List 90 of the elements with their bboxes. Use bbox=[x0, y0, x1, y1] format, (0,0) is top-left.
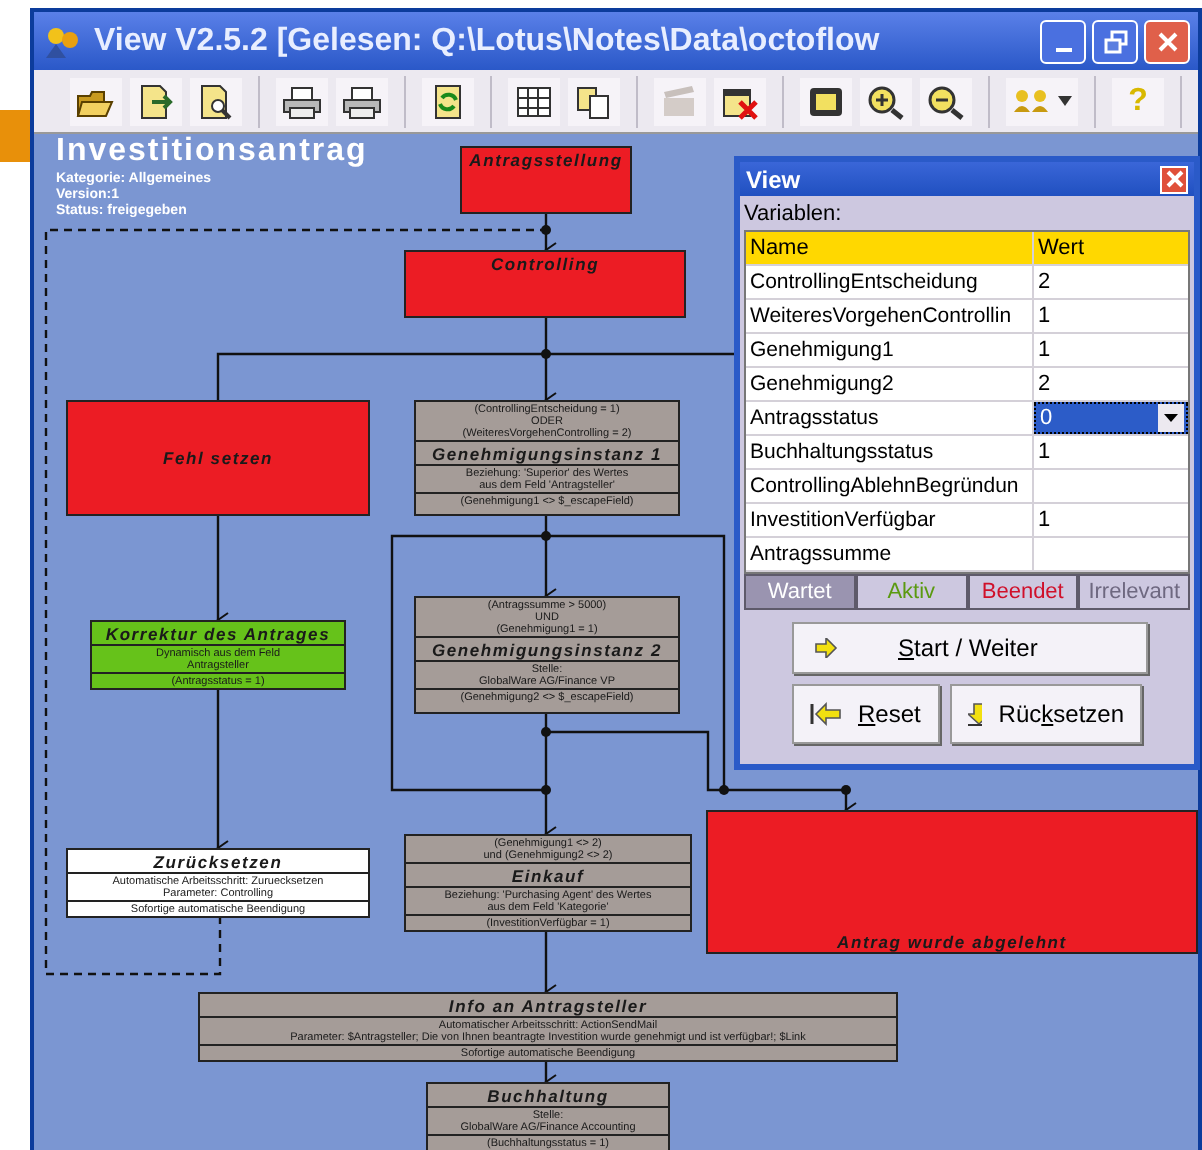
document-arrow-icon bbox=[136, 83, 176, 119]
toolbar-button[interactable] bbox=[920, 77, 972, 125]
reset-button[interactable]: Reset bbox=[792, 684, 940, 744]
table-cell-text: 1 bbox=[1036, 302, 1053, 332]
grid-icon bbox=[514, 83, 554, 119]
step-title: Buchhaltung bbox=[487, 1085, 609, 1105]
junction-dot bbox=[541, 225, 551, 235]
step-title: Genehmigungsinstanz 1 bbox=[431, 443, 663, 463]
toolbar-button[interactable] bbox=[714, 77, 766, 125]
caret-icon bbox=[1058, 96, 1072, 106]
status-legend-item: Irrelevant bbox=[1080, 576, 1188, 608]
table-cell: Buchhaltungsstatus bbox=[746, 436, 1034, 468]
step-title: Info an Antragsteller bbox=[448, 995, 648, 1015]
note-icon bbox=[806, 83, 846, 119]
table-cell: ControllingAblehnBegründun bbox=[746, 470, 1034, 502]
minimize-button[interactable] bbox=[1040, 19, 1086, 63]
status-legend-item: Beendet bbox=[969, 576, 1077, 608]
arrow-down-icon bbox=[968, 702, 983, 726]
status-legend-item: Wartet bbox=[746, 576, 854, 608]
table-cell: InvestitionVerfügbar bbox=[746, 504, 1034, 536]
junction-dot bbox=[541, 727, 551, 737]
zoom-in-icon bbox=[866, 83, 906, 119]
printer-icon bbox=[342, 83, 382, 119]
table-cell-text: 1 bbox=[1036, 506, 1053, 536]
step-title: Controlling bbox=[490, 253, 600, 273]
minimize-icon bbox=[1055, 47, 1071, 51]
app-icon bbox=[42, 23, 82, 59]
document-search-icon bbox=[196, 83, 236, 119]
junction-dot bbox=[541, 531, 551, 541]
toolbar-button[interactable] bbox=[800, 77, 852, 125]
table-cell-text: 2 bbox=[1036, 268, 1053, 298]
table-cell: WeiteresVorgehenControllin bbox=[746, 300, 1034, 332]
toolbar-button[interactable] bbox=[130, 77, 182, 125]
page-accent-bar bbox=[0, 110, 30, 162]
status-legend-item: Aktiv bbox=[857, 576, 965, 608]
close-icon bbox=[1155, 29, 1179, 53]
restore-icon bbox=[1103, 29, 1127, 53]
junction-dot bbox=[719, 785, 729, 795]
junction-dot bbox=[841, 785, 851, 795]
zoom-out-icon bbox=[926, 83, 966, 119]
process-step[interactable]: Fehl setzen bbox=[66, 400, 370, 516]
column-header: Name bbox=[746, 232, 1034, 264]
people-dropdown-button[interactable] bbox=[1006, 77, 1078, 125]
process-step[interactable] bbox=[198, 992, 898, 1062]
table-cell: Antragssumme bbox=[746, 538, 1034, 570]
table-cell-text: 1 bbox=[1036, 438, 1053, 468]
value-dropdown[interactable]: 0 bbox=[1034, 402, 1188, 434]
toolbar-button[interactable] bbox=[276, 77, 328, 125]
table-cell: ControllingEntscheidung bbox=[746, 266, 1034, 298]
table-cell-text: 1 bbox=[1036, 336, 1053, 366]
table-cell-text: 2 bbox=[1036, 370, 1053, 400]
toolbar-button[interactable] bbox=[422, 77, 474, 125]
calendar-delete-icon bbox=[720, 83, 760, 119]
copy-icon bbox=[574, 83, 614, 119]
toolbar-button[interactable] bbox=[568, 77, 620, 125]
process-step[interactable]: Antragsstellung bbox=[460, 146, 632, 214]
section-label: Variablen: bbox=[742, 200, 844, 230]
printer-icon bbox=[282, 83, 322, 119]
close-button[interactable] bbox=[1160, 165, 1188, 193]
restore-button[interactable] bbox=[1092, 19, 1138, 63]
clapper-icon bbox=[660, 83, 700, 119]
back-button[interactable]: Rücksetzen bbox=[950, 684, 1142, 744]
toolbar-button[interactable] bbox=[508, 77, 560, 125]
step-title: Antrag wurde abgelehnt bbox=[837, 931, 1067, 951]
double-arrow-left-icon bbox=[810, 702, 842, 726]
junction-dot bbox=[541, 785, 551, 795]
step-title: Zurücksetzen bbox=[153, 851, 283, 871]
toolbar-button[interactable] bbox=[70, 77, 122, 125]
window-title: View V2.5.2 [Gelesen: Q:\Lotus\Notes\Data\octoflow bbox=[94, 23, 882, 59]
dialog-title: View bbox=[746, 165, 801, 193]
step-title: Genehmigungsinstanz 2 bbox=[431, 639, 663, 659]
close-button[interactable] bbox=[1144, 19, 1190, 63]
step-title: Antragsstellung bbox=[469, 149, 623, 169]
step-title: Fehl setzen bbox=[162, 448, 274, 468]
close-icon bbox=[1165, 170, 1183, 188]
arrow-right-icon bbox=[814, 638, 838, 658]
column-header: Wert bbox=[1036, 234, 1087, 264]
step-title: Korrektur des Antrages bbox=[105, 623, 331, 643]
process-step[interactable]: Controlling bbox=[404, 250, 686, 318]
start-button[interactable]: Start / Weiter bbox=[792, 622, 1148, 674]
process-step[interactable]: Antrag wurde abgelehnt bbox=[706, 810, 1198, 954]
caret-icon bbox=[1164, 414, 1178, 422]
table-cell: Genehmigung2 bbox=[746, 368, 1034, 400]
toolbar-button[interactable] bbox=[190, 77, 242, 125]
toolbar-button[interactable] bbox=[860, 77, 912, 125]
table-cell: Genehmigung1 bbox=[746, 334, 1034, 366]
junction-dot bbox=[541, 349, 551, 359]
process-title: Investitionsantrag bbox=[56, 134, 368, 170]
toolbar-button[interactable] bbox=[336, 77, 388, 125]
step-title: Einkauf bbox=[511, 865, 585, 885]
